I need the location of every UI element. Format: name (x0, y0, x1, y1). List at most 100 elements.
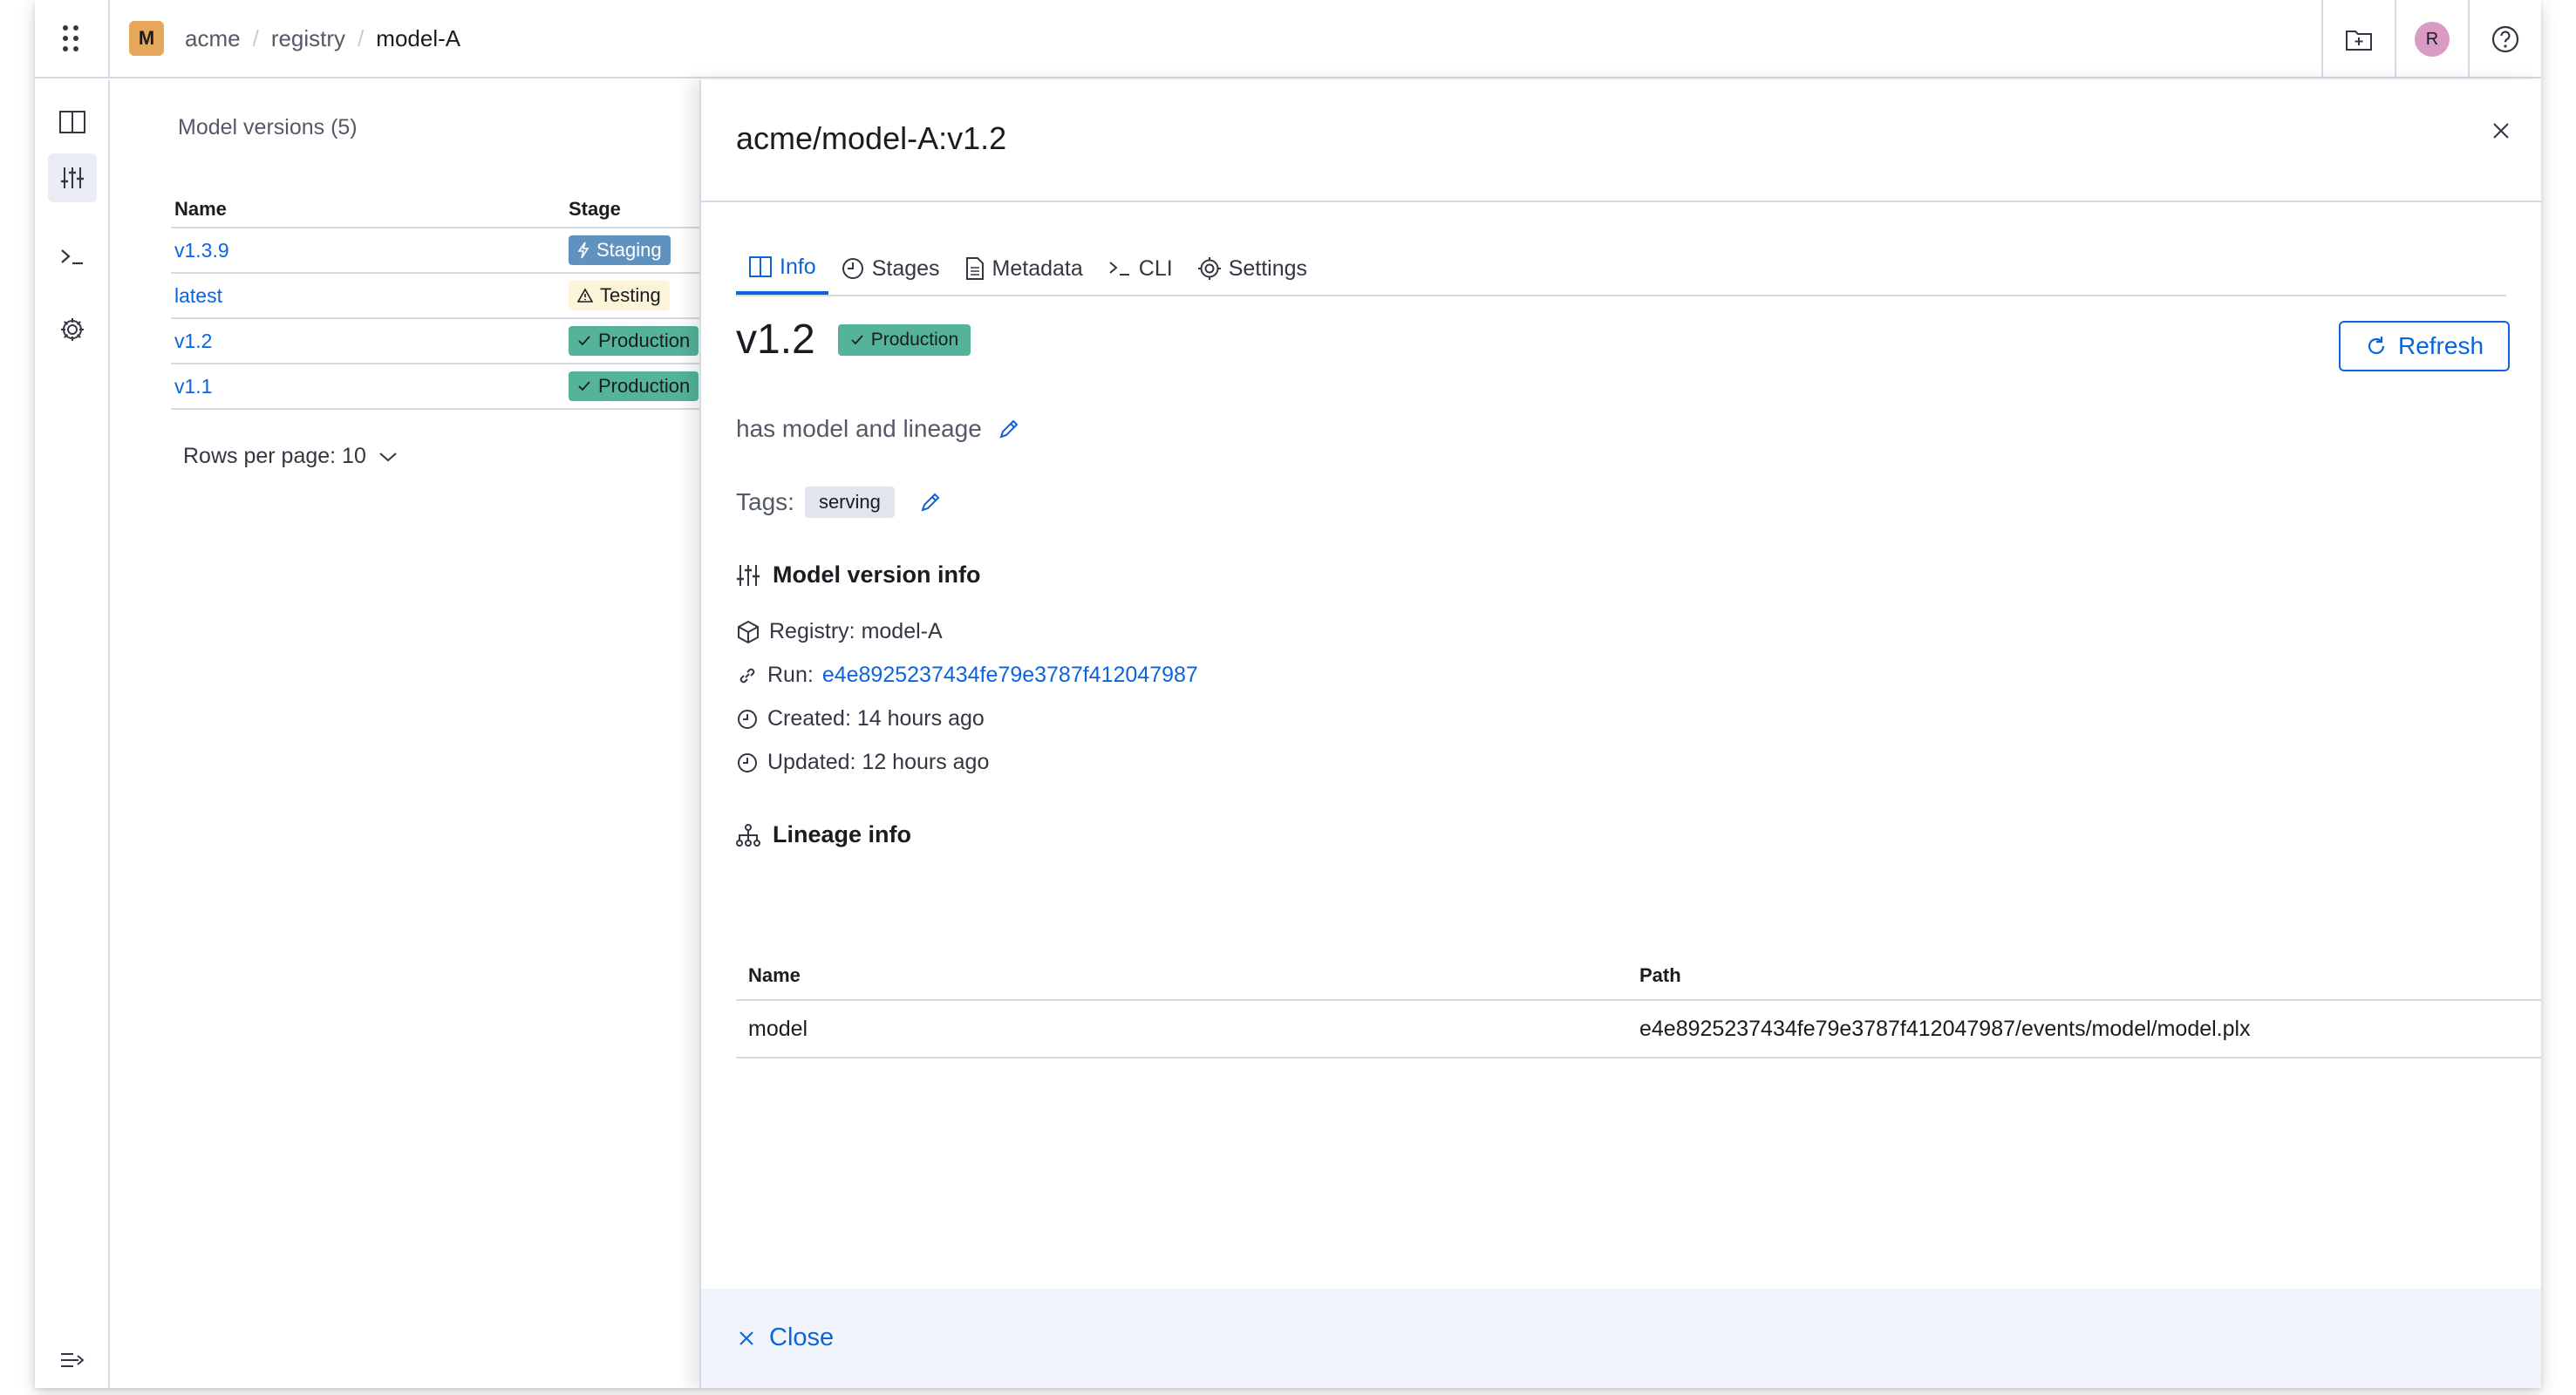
link-icon (739, 668, 755, 683)
version-link[interactable]: v1.2 (174, 330, 212, 352)
version-flyout: acme/model-A:v1.2 Info Stages Metadata C… (699, 80, 2541, 1388)
check-icon (578, 381, 590, 391)
flyout-title: acme/model-A:v1.2 (736, 120, 1007, 156)
nav-models-button[interactable] (48, 153, 97, 202)
close-icon (739, 1330, 753, 1345)
nav-settings-button[interactable] (48, 305, 97, 354)
stage-badge-production: Production (837, 323, 971, 356)
tags-row: Tags: serving (736, 487, 942, 518)
new-folder-button[interactable] (2321, 0, 2395, 78)
lineage-section-title: Lineage info (736, 821, 911, 848)
tab-info[interactable]: Info (736, 242, 828, 295)
table-row[interactable]: v1.2 Production (171, 319, 712, 364)
breadcrumb-item-registry[interactable]: registry (271, 25, 345, 52)
column-header-path: Path (1639, 964, 1681, 986)
sliders-icon (61, 167, 84, 188)
refresh-icon (2368, 337, 2385, 355)
terminal-icon (61, 249, 83, 265)
rows-per-page-label: Rows per page: 10 (183, 444, 366, 468)
column-header-stage[interactable]: Stage (569, 198, 712, 221)
hierarchy-icon (736, 823, 760, 847)
gear-icon (61, 318, 84, 341)
apps-menu-button[interactable] (35, 0, 110, 78)
book-icon (749, 256, 772, 277)
refresh-button[interactable]: Refresh (2339, 321, 2510, 371)
stage-badge-production: Production (569, 326, 699, 356)
chevron-down-icon (379, 452, 397, 461)
flyout-close-button[interactable] (2482, 112, 2520, 150)
flyout-tabs: Info Stages Metadata CLI Settings (736, 242, 2506, 296)
breadcrumb-item-acme[interactable]: acme (185, 25, 241, 52)
book-icon (59, 111, 85, 133)
app-window: M acme / registry / model-A R Model vers… (35, 0, 2541, 1388)
close-icon (2493, 123, 2509, 139)
rows-per-page-select[interactable]: Rows per page: 10 (183, 444, 398, 469)
table-row: model e4e8925237434fe79e3787f412047987/e… (736, 1001, 2541, 1058)
run-line: Run: e4e8925237434fe79e3787f412047987 (736, 663, 1198, 688)
help-button[interactable] (2468, 0, 2541, 78)
grid-dots-icon (63, 25, 78, 51)
flyout-footer: Close (701, 1289, 2541, 1388)
description-text: has model and lineage (736, 415, 982, 442)
version-link[interactable]: v1.3.9 (174, 239, 229, 262)
user-menu-button[interactable]: R (2395, 0, 2468, 78)
model-versions-table: Name Stage v1.3.9 Staging latest Testing… (171, 192, 712, 410)
tags-label: Tags: (736, 488, 794, 515)
stage-badge-staging: Staging (569, 235, 671, 265)
registry-line: Registry: model-A (736, 619, 943, 644)
table-header: Name Stage (171, 192, 712, 228)
updated-line: Updated: 12 hours ago (736, 750, 989, 775)
column-header-name[interactable]: Name (171, 198, 569, 221)
bolt-icon (577, 242, 589, 259)
tab-stages[interactable]: Stages (828, 242, 952, 295)
model-versions-panel: Model versions (5) Name Stage v1.3.9 Sta… (112, 80, 712, 1388)
lineage-name: model (748, 1016, 808, 1041)
breadcrumb-separator: / (252, 24, 259, 51)
version-description: has model and lineage (736, 415, 1020, 443)
breadcrumb-separator: / (358, 24, 365, 51)
table-header: Name Path (736, 952, 2541, 1001)
warning-icon (577, 288, 593, 303)
gear-icon (1197, 257, 1221, 280)
table-row[interactable]: v1.3.9 Staging (171, 228, 712, 274)
lineage-table: Name Path model e4e8925237434fe79e3787f4… (736, 952, 2541, 1058)
clock-icon (738, 752, 757, 772)
side-nav (35, 80, 110, 1388)
stage-badge-production: Production (569, 371, 699, 401)
model-info-section-title: Model version info (736, 561, 981, 589)
help-icon (2491, 25, 2519, 53)
table-row[interactable]: latest Testing (171, 274, 712, 319)
nav-docs-button[interactable] (48, 98, 97, 146)
pencil-icon[interactable] (998, 418, 1020, 440)
check-icon (578, 336, 590, 346)
stage-badge-testing: Testing (569, 281, 670, 310)
space-avatar[interactable]: M (129, 21, 164, 56)
pencil-icon[interactable] (919, 491, 942, 514)
tab-metadata[interactable]: Metadata (952, 242, 1095, 295)
version-link[interactable]: v1.1 (174, 375, 212, 398)
run-id-link[interactable]: e4e8925237434fe79e3787f412047987 (822, 663, 1198, 688)
folder-plus-icon (2346, 31, 2372, 51)
table-row[interactable]: v1.1 Production (171, 364, 712, 410)
header-actions: R (2321, 0, 2541, 78)
tab-settings[interactable]: Settings (1185, 242, 1319, 295)
terminal-icon (1109, 262, 1129, 276)
version-heading: v1.2 Production (736, 316, 971, 364)
check-icon (851, 334, 863, 344)
document-icon (965, 257, 984, 280)
flyout-divider (701, 201, 2541, 202)
version-title: v1.2 (736, 316, 815, 363)
close-button[interactable]: Close (738, 1324, 834, 1352)
nav-console-button[interactable] (48, 232, 97, 281)
clock-icon (842, 258, 863, 279)
tab-cli[interactable]: CLI (1095, 242, 1185, 295)
breadcrumb: acme / registry / model-A (185, 25, 460, 52)
created-line: Created: 14 hours ago (736, 706, 985, 732)
version-link[interactable]: latest (174, 284, 222, 307)
top-header: M acme / registry / model-A R (35, 0, 2541, 78)
column-header-name: Name (748, 964, 801, 986)
package-icon (738, 620, 759, 643)
nav-expand-button[interactable] (48, 1336, 97, 1385)
tag-badge: serving (804, 487, 895, 518)
sliders-icon (737, 564, 760, 586)
